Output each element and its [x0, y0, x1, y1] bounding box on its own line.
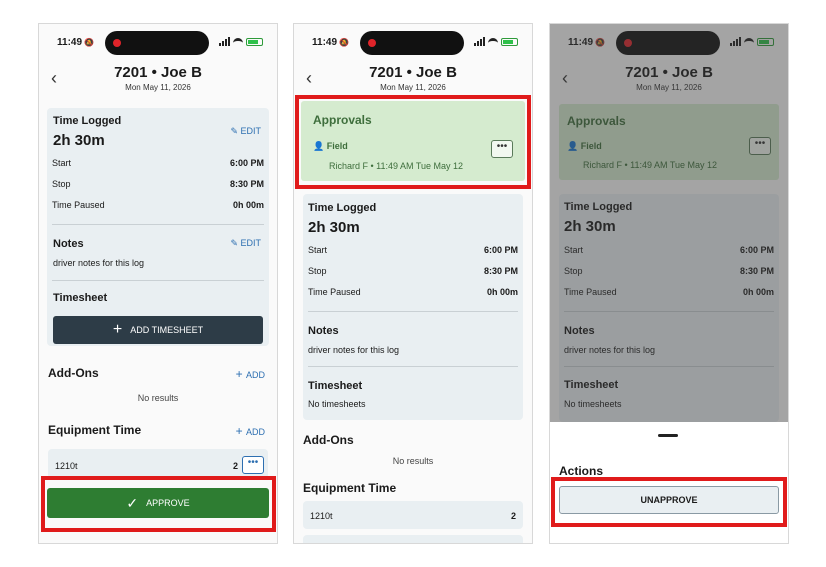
page-date: Mon May 11, 2026: [125, 83, 191, 92]
timesheet-title: Timesheet: [308, 380, 363, 392]
add-equipment-button[interactable]: + ADD: [236, 424, 265, 438]
addons-empty: No results: [137, 393, 179, 403]
equipment-name: 1210t: [55, 461, 78, 471]
highlight-box: [41, 476, 276, 532]
pencil-icon: ✎: [230, 126, 241, 136]
highlight-box: [295, 95, 531, 189]
modal-backdrop[interactable]: [550, 24, 788, 422]
page-header: ‹ 7201 • Joe B Mon May 11, 2026: [39, 62, 277, 110]
time-logged-card: Time Logged 2h 30m Start 6:00 PM Stop 8:30…: [303, 194, 523, 420]
stop-row: Stop 8:30 PM: [52, 179, 264, 189]
pencil-icon: ✎: [230, 238, 241, 248]
stop-row: Stop 8:30 PM: [308, 266, 518, 276]
time-logged-duration: 2h 30m: [308, 219, 360, 236]
paused-row: Time Paused 0h 00m: [52, 200, 264, 210]
status-bar: 11:49 🔕: [39, 24, 277, 62]
start-row: Start 6:00 PM: [308, 245, 518, 255]
plus-icon: +: [235, 424, 246, 438]
addons-empty: No results: [392, 456, 434, 466]
add-timesheet-button[interactable]: + ADD TIMESHEET: [53, 316, 263, 344]
notes-title: Notes: [53, 238, 84, 250]
time-logged-title: Time Logged: [53, 115, 122, 127]
signal-icon: [474, 37, 485, 46]
phone-screen-2: 11:49 🔕 ‹ 7201 • Joe B Mon May 11, 2026 A…: [293, 23, 533, 544]
highlight-box: [551, 477, 787, 527]
actions-title: Actions: [559, 464, 604, 478]
status-time: 11:49 🔕: [312, 37, 349, 48]
bell-muted-icon: 🔕: [339, 38, 349, 47]
page-title: 7201 • Joe B: [114, 64, 202, 81]
equipment-count: 2: [510, 511, 516, 521]
edit-notes-button[interactable]: ✎ EDIT: [230, 238, 261, 249]
timesheet-title: Timesheet: [53, 292, 108, 304]
status-bar: 11:49 🔕: [294, 24, 532, 62]
wifi-icon: [233, 37, 243, 46]
status-time: 11:49 🔕: [57, 37, 94, 48]
divider: [52, 280, 264, 281]
dynamic-island: [360, 31, 464, 55]
dynamic-island: [105, 31, 209, 55]
recording-dot-icon: [368, 39, 376, 47]
status-icons: [474, 37, 518, 46]
ellipsis-icon: •••: [247, 457, 259, 468]
divider: [52, 224, 264, 225]
equipment-title: Equipment Time: [48, 423, 142, 437]
sheet-grabber[interactable]: [658, 434, 678, 437]
equipment-item[interactable]: 1210t 2 •••: [48, 449, 268, 479]
notes-text: driver notes for this log: [308, 345, 400, 355]
notes-text: driver notes for this log: [53, 258, 145, 268]
plus-icon: +: [235, 367, 246, 381]
addons-title: Add-Ons: [48, 366, 99, 380]
time-logged-card: Time Logged 2h 30m ✎ EDIT Start 6:00 PM S…: [47, 108, 269, 346]
signal-icon: [219, 37, 230, 46]
page-title: 7201 • Joe B: [369, 64, 457, 81]
bell-muted-icon: 🔕: [84, 38, 94, 47]
add-addon-button[interactable]: + ADD: [236, 367, 265, 381]
edit-time-button[interactable]: ✎ EDIT: [230, 126, 261, 137]
equipment-name: 1210t: [310, 511, 333, 521]
time-logged-title: Time Logged: [308, 202, 377, 214]
status-icons: [219, 37, 263, 46]
wifi-icon: [488, 37, 498, 46]
notes-title: Notes: [308, 325, 339, 337]
recording-dot-icon: [113, 39, 121, 47]
equipment-title: Equipment Time: [303, 481, 397, 495]
equipment-count: 2: [232, 461, 238, 471]
start-row: Start 6:00 PM: [52, 158, 264, 168]
time-logged-duration: 2h 30m: [53, 132, 105, 149]
paused-row: Time Paused 0h 00m: [308, 287, 518, 297]
battery-icon: [501, 37, 518, 46]
equipment-item[interactable]: 1210t 2: [303, 501, 523, 529]
addons-title: Add-Ons: [303, 433, 354, 447]
phone-screen-1: 11:49 🔕 ‹ 7201 • Joe B Mon May 11, 2026 T…: [38, 23, 278, 544]
battery-icon: [246, 37, 263, 46]
phone-screen-3: 11:49 🔕 ‹ 7201 • Joe B Mon May 11, 2026 A…: [549, 23, 789, 544]
more-options-button[interactable]: •••: [242, 456, 264, 474]
divider: [308, 366, 518, 367]
page-date: Mon May 11, 2026: [380, 83, 446, 92]
divider: [308, 311, 518, 312]
plus-icon: +: [112, 321, 123, 338]
equipment-item-partial: [303, 535, 523, 543]
timesheet-empty: No timesheets: [308, 399, 366, 409]
